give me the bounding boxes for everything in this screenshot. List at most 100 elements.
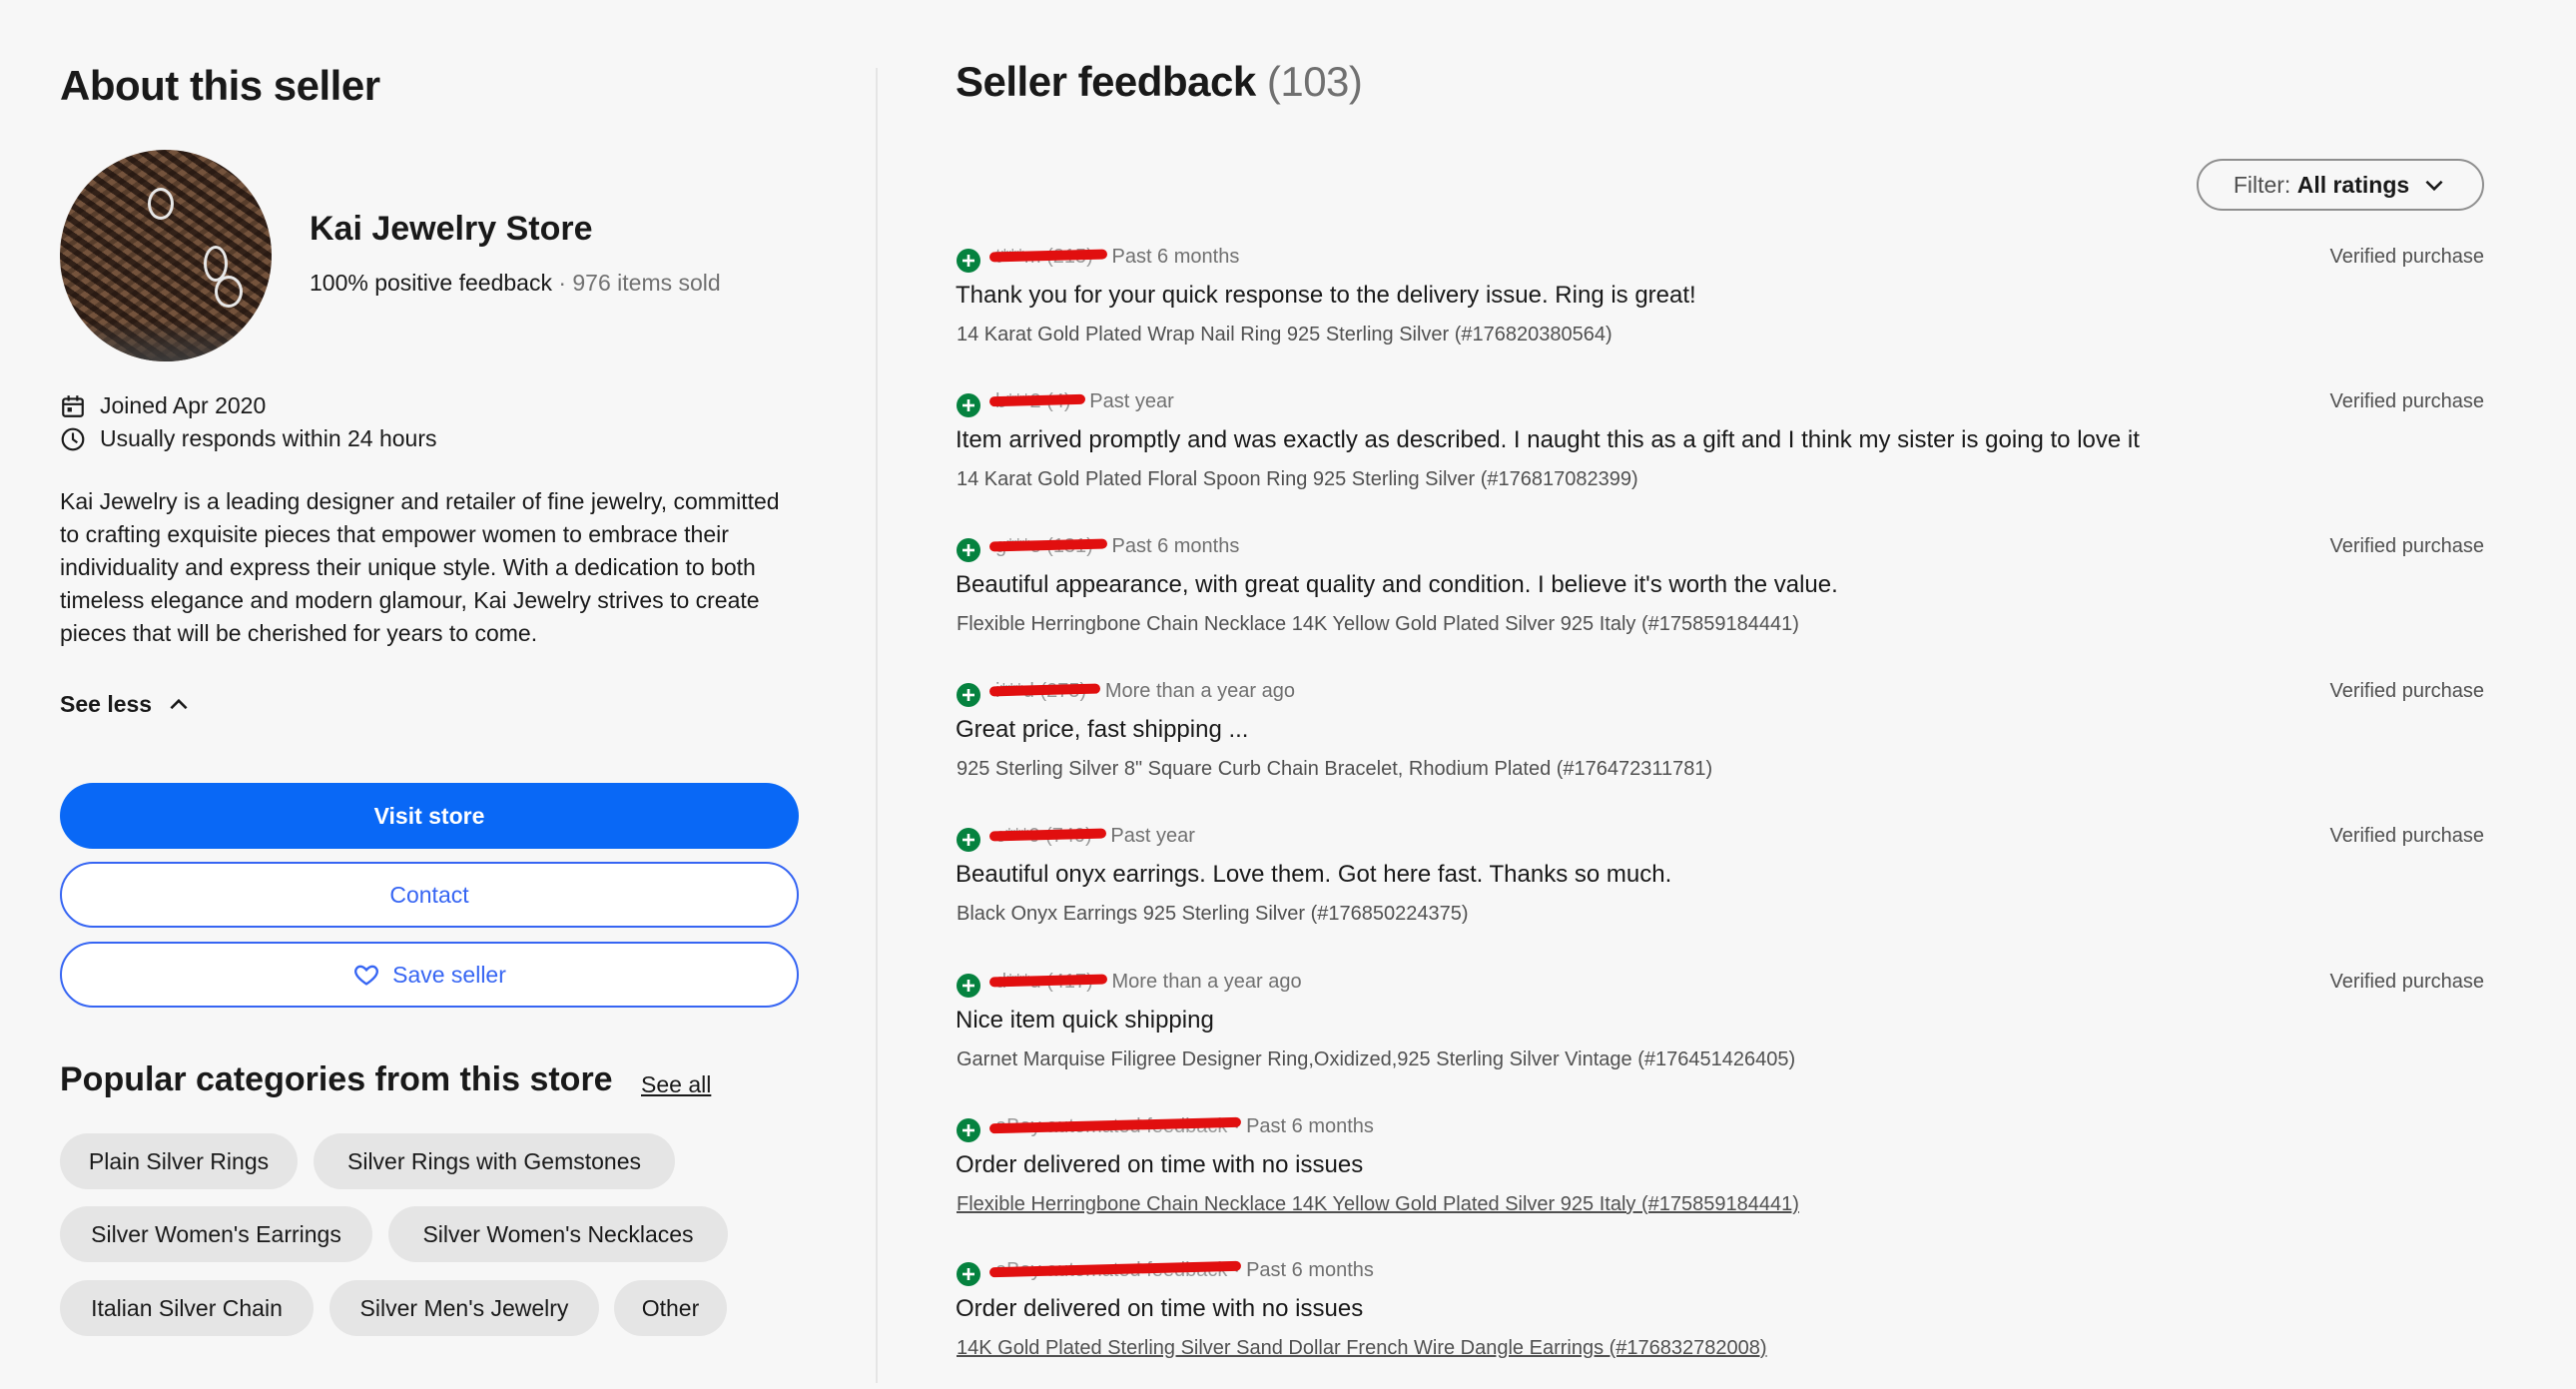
feedback-entry: t***m (215) · Past 6 months Verified purcha… xyxy=(956,236,2484,375)
positive-feedback: 100% positive feedback xyxy=(310,270,552,296)
see-all-link[interactable]: See all xyxy=(641,1071,711,1098)
rater-info: eBay automated feedback · Past 6 months xyxy=(995,1259,1374,1281)
purchased-item-link: Flexible Herringbone Chain Necklace 14K … xyxy=(957,613,1799,635)
store-avatar xyxy=(60,150,272,361)
category-chip[interactable]: Silver Women's Earrings xyxy=(60,1206,372,1262)
rater-info: i***d (275) · More than a year ago xyxy=(995,680,1295,702)
feedback-entry: eBay automated feedback · Past 6 months Ord… xyxy=(956,1249,2484,1389)
response-row: Usually responds within 24 hours xyxy=(60,425,437,452)
feedback-heading: Seller feedback (103) xyxy=(956,58,1363,106)
purchased-item-link[interactable]: Flexible Herringbone Chain Necklace 14K … xyxy=(957,1193,1799,1216)
feedback-time: More than a year ago xyxy=(1111,971,1302,993)
items-sold: 976 items sold xyxy=(572,270,721,296)
purchased-item-link: 14 Karat Gold Plated Floral Spoon Ring 9… xyxy=(957,468,1638,490)
rater-info: g***e (131) · Past 6 months xyxy=(995,535,1240,557)
feedback-time: Past 6 months xyxy=(1111,246,1240,268)
rater-info: eBay automated feedback · Past 6 months xyxy=(995,1115,1374,1137)
purchased-item-link: 14 Karat Gold Plated Wrap Nail Ring 925 … xyxy=(957,324,1612,346)
response-time: Usually responds within 24 hours xyxy=(100,425,437,451)
feedback-entry: b***2 (4) · Past year Verified purchase Item… xyxy=(956,380,2484,520)
feedback-comment: Beautiful appearance, with great quality… xyxy=(956,571,1838,598)
positive-rating-icon xyxy=(957,974,980,998)
category-chip[interactable]: Silver Rings with Gemstones xyxy=(314,1133,675,1189)
filter-value: All ratings xyxy=(2296,171,2410,198)
category-chip[interactable]: Italian Silver Chain xyxy=(60,1280,314,1336)
see-less-label: See less xyxy=(60,691,153,717)
redacted-username: g***e (131) xyxy=(995,535,1093,557)
redacted-username: d***u (417) xyxy=(995,971,1093,993)
category-chip[interactable]: Plain Silver Rings xyxy=(60,1133,298,1189)
filter-dropdown[interactable]: Filter: All ratings xyxy=(2197,159,2484,211)
feedback-count: (103) xyxy=(1266,58,1363,105)
save-seller-button[interactable]: Save seller xyxy=(60,942,799,1008)
feedback-entry: g***e (131) · Past 6 months Verified purcha… xyxy=(956,525,2484,665)
redacted-username: eBay automated feedback xyxy=(995,1115,1228,1137)
chevron-down-icon xyxy=(2425,180,2443,192)
purchased-item-link: 925 Sterling Silver 8" Square Curb Chain… xyxy=(957,758,1713,780)
purchased-item-link[interactable]: 14K Gold Plated Sterling Silver Sand Dol… xyxy=(957,1337,1767,1360)
panel-divider xyxy=(876,68,878,1383)
verified-purchase-label: Verified purchase xyxy=(2329,971,2484,993)
rater-info: t***m (215) · Past 6 months xyxy=(995,246,1240,268)
rater-info: b***2 (4) · Past year xyxy=(995,390,1174,412)
positive-rating-icon xyxy=(957,683,980,707)
feedback-entry: d***u (417) · More than a year ago Verified… xyxy=(956,961,2484,1100)
feedback-time: Past year xyxy=(1110,825,1195,847)
rater-info: c***0 (740) · Past year xyxy=(995,825,1195,847)
redacted-username: i***d (275) xyxy=(995,680,1087,702)
joined-date: Joined Apr 2020 xyxy=(100,392,267,418)
seller-description: Kai Jewelry is a leading designer and re… xyxy=(60,488,780,646)
verified-purchase-label: Verified purchase xyxy=(2329,246,2484,268)
visit-store-button[interactable]: Visit store xyxy=(60,783,799,849)
feedback-comment: Thank you for your quick response to the… xyxy=(956,282,1696,309)
feedback-title: Seller feedback xyxy=(956,58,1256,105)
rater-info: d***u (417) · More than a year ago xyxy=(995,971,1302,993)
filter-label: Filter: xyxy=(2233,171,2291,198)
positive-rating-icon xyxy=(957,1118,980,1142)
feedback-comment: Order delivered on time with no issues xyxy=(956,1151,1364,1178)
verified-purchase-label: Verified purchase xyxy=(2329,535,2484,557)
clock-icon xyxy=(61,427,85,450)
contact-button[interactable]: Contact xyxy=(60,862,799,928)
redacted-username: b***2 (4) xyxy=(995,390,1071,412)
chevron-up-icon xyxy=(170,698,188,709)
redacted-username: c***0 (740) xyxy=(995,825,1092,847)
positive-rating-icon xyxy=(957,393,980,417)
feedback-comment: Item arrived promptly and was exactly as… xyxy=(956,426,2140,453)
calendar-icon xyxy=(62,394,84,417)
verified-purchase-label: Verified purchase xyxy=(2329,825,2484,847)
feedback-entry: c***0 (740) · Past year Verified purchase Be… xyxy=(956,815,2484,955)
purchased-item-link: Black Onyx Earrings 925 Sterling Silver … xyxy=(957,903,1469,925)
feedback-time: Past 6 months xyxy=(1111,535,1240,557)
heart-icon xyxy=(354,965,379,986)
purchased-item-link: Garnet Marquise Filigree Designer Ring,O… xyxy=(957,1048,1796,1070)
redacted-username: t***m (215) xyxy=(995,246,1093,268)
feedback-entry: i***d (275) · More than a year ago Verified… xyxy=(956,670,2484,810)
feedback-comment: Order delivered on time with no issues xyxy=(956,1295,1364,1322)
redacted-username: eBay automated feedback xyxy=(995,1259,1228,1281)
category-chip[interactable]: Other xyxy=(614,1280,727,1336)
positive-rating-icon xyxy=(957,538,980,562)
feedback-time: More than a year ago xyxy=(1104,680,1295,702)
see-less-button[interactable]: See less xyxy=(60,691,192,718)
feedback-comment: Beautiful onyx earrings. Love them. Got … xyxy=(956,861,1672,888)
positive-rating-icon xyxy=(957,249,980,273)
feedback-comment: Great price, fast shipping ... xyxy=(956,716,1249,743)
positive-rating-icon xyxy=(957,1262,980,1286)
feedback-entry: eBay automated feedback · Past 6 months Ord… xyxy=(956,1105,2484,1245)
store-stats: 100% positive feedback · 976 items sold xyxy=(310,270,721,296)
save-seller-label: Save seller xyxy=(392,961,506,988)
feedback-time: Past 6 months xyxy=(1246,1259,1374,1281)
about-heading: About this seller xyxy=(60,62,380,109)
feedback-time: Past year xyxy=(1089,390,1174,412)
popular-categories-heading: Popular categories from this store xyxy=(60,1060,613,1098)
verified-purchase-label: Verified purchase xyxy=(2329,680,2484,702)
feedback-comment: Nice item quick shipping xyxy=(956,1007,1214,1034)
positive-rating-icon xyxy=(957,828,980,852)
category-chip[interactable]: Silver Women's Necklaces xyxy=(388,1206,728,1262)
feedback-time: Past 6 months xyxy=(1246,1115,1374,1137)
verified-purchase-label: Verified purchase xyxy=(2329,390,2484,412)
joined-row: Joined Apr 2020 xyxy=(60,392,266,419)
category-chip[interactable]: Silver Men's Jewelry xyxy=(329,1280,599,1336)
store-name[interactable]: Kai Jewelry Store xyxy=(310,210,592,249)
